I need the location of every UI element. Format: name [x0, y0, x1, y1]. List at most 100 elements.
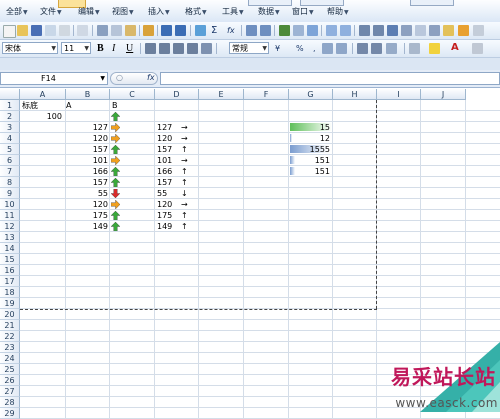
cut-icon[interactable] — [97, 25, 108, 36]
cell-b-value[interactable]: 157 — [66, 144, 108, 155]
row-header[interactable]: 20 — [0, 309, 20, 320]
row-header[interactable]: 3 — [0, 122, 20, 133]
insert-function-icon[interactable]: fx — [227, 25, 235, 36]
row-header[interactable]: 9 — [0, 188, 20, 199]
cell-b-value[interactable]: 157 — [66, 177, 108, 188]
wrap-text-icon[interactable] — [386, 43, 397, 54]
fill-color-icon[interactable] — [429, 43, 440, 54]
italic-button[interactable]: I — [112, 43, 115, 54]
decrease-indent-icon[interactable] — [357, 43, 368, 54]
row-header[interactable]: 22 — [0, 331, 20, 342]
currency-button[interactable]: ¥ — [275, 43, 280, 54]
cell-b-value[interactable]: 166 — [66, 166, 108, 177]
indent-icon[interactable] — [373, 25, 384, 36]
grid-icon[interactable] — [429, 25, 440, 36]
row-header[interactable]: 8 — [0, 177, 20, 188]
row-header[interactable]: 28 — [0, 397, 20, 408]
column-header[interactable]: A — [20, 89, 66, 100]
row-header[interactable]: 7 — [0, 166, 20, 177]
open-folder-icon[interactable] — [17, 25, 28, 36]
align-icon[interactable] — [359, 25, 370, 36]
cell-d-value[interactable]: 149 — [157, 221, 172, 232]
menu-item[interactable]: 视图▼ — [112, 6, 134, 17]
row-header[interactable]: 27 — [0, 386, 20, 397]
cell-b-value[interactable]: 175 — [66, 210, 108, 221]
format-painter-icon[interactable] — [143, 25, 154, 36]
new-file-icon[interactable] — [3, 25, 16, 38]
save-icon[interactable] — [31, 25, 42, 36]
bold-button[interactable]: B — [97, 43, 104, 54]
cell-d-value[interactable]: 120 — [157, 133, 172, 144]
cell-a1-label[interactable]: A — [66, 100, 71, 111]
row-header[interactable]: 10 — [0, 199, 20, 210]
row-header[interactable]: 29 — [0, 408, 20, 419]
cell-g-value[interactable]: 1555 — [290, 144, 330, 155]
borders-icon[interactable] — [409, 43, 420, 54]
cell-g-value[interactable]: 12 — [290, 133, 330, 144]
table-icon[interactable] — [415, 25, 426, 36]
column-header[interactable]: G — [289, 89, 333, 100]
row-header[interactable]: 19 — [0, 298, 20, 309]
column-header[interactable]: C — [110, 89, 155, 100]
row-header[interactable]: 2 — [0, 111, 20, 122]
cell-g-value[interactable]: 151 — [290, 166, 330, 177]
select-all-corner[interactable] — [0, 89, 20, 100]
cell-b-value[interactable]: 120 — [66, 199, 108, 210]
cell-b-value[interactable]: 120 — [66, 133, 108, 144]
cell-b-value[interactable]: 101 — [66, 155, 108, 166]
spell-check-icon[interactable] — [77, 25, 88, 36]
font-color-icon[interactable]: A — [451, 42, 459, 53]
cell-d-value[interactable]: 166 — [157, 166, 172, 177]
paste-icon[interactable] — [125, 25, 136, 36]
overflow-icon[interactable] — [472, 43, 483, 54]
row-header[interactable]: 18 — [0, 287, 20, 298]
justify-icon[interactable] — [187, 43, 198, 54]
redo-icon[interactable] — [175, 25, 186, 36]
name-box[interactable]: F14 ▼ — [0, 72, 108, 85]
cell-a1[interactable]: 标底 — [22, 100, 38, 111]
row-header[interactable]: 25 — [0, 364, 20, 375]
menu-item[interactable]: 全部▼ — [6, 6, 28, 17]
column-header[interactable]: I — [377, 89, 421, 100]
menu-item[interactable]: 窗口▼ — [292, 6, 314, 17]
zoom-icon[interactable] — [307, 25, 318, 36]
cell-d-value[interactable]: 120 — [157, 199, 172, 210]
increase-decimal-icon[interactable] — [322, 43, 333, 54]
font-size-select[interactable]: 11 ▼ — [61, 42, 91, 54]
row-header[interactable]: 24 — [0, 353, 20, 364]
cell-g-value[interactable]: 15 — [290, 122, 330, 133]
percent-button[interactable]: % — [296, 43, 304, 54]
cell-a2[interactable]: 100 — [22, 111, 62, 122]
menu-item[interactable]: 工具▼ — [222, 6, 244, 17]
cell-d-value[interactable]: 157 — [157, 144, 172, 155]
row-header[interactable]: 14 — [0, 243, 20, 254]
overflow-icon[interactable] — [473, 25, 484, 36]
chart-wizard-icon[interactable] — [279, 25, 290, 36]
column-header[interactable]: F — [244, 89, 289, 100]
folder-icon[interactable] — [443, 25, 454, 36]
cell-d-value[interactable]: 101 — [157, 155, 172, 166]
align-left-icon[interactable] — [145, 43, 156, 54]
undo-icon[interactable] — [161, 25, 172, 36]
row-header[interactable]: 15 — [0, 254, 20, 265]
decrease-decimal-icon[interactable] — [336, 43, 347, 54]
menu-item[interactable]: 编辑▼ — [78, 6, 100, 17]
menu-item[interactable]: 数据▼ — [258, 6, 280, 17]
row-header[interactable]: 4 — [0, 133, 20, 144]
menu-item[interactable]: 文件▼ — [40, 6, 62, 17]
cell-b1[interactable]: B — [112, 100, 118, 111]
column-header[interactable]: J — [421, 89, 466, 100]
cell-d-value[interactable]: 157 — [157, 177, 172, 188]
row-header[interactable]: 21 — [0, 320, 20, 331]
increase-indent-icon[interactable] — [371, 43, 382, 54]
column-header[interactable]: E — [199, 89, 244, 100]
window-icon[interactable] — [401, 25, 412, 36]
cell-d-value[interactable]: 175 — [157, 210, 172, 221]
cell-g-value[interactable]: 151 — [290, 155, 330, 166]
row-header[interactable]: 6 — [0, 155, 20, 166]
row-header[interactable]: 5 — [0, 144, 20, 155]
column-header[interactable]: B — [66, 89, 110, 100]
row-header[interactable]: 26 — [0, 375, 20, 386]
number-format-select[interactable]: 常规 ▼ — [229, 42, 269, 54]
cell-b-value[interactable]: 55 — [66, 188, 108, 199]
